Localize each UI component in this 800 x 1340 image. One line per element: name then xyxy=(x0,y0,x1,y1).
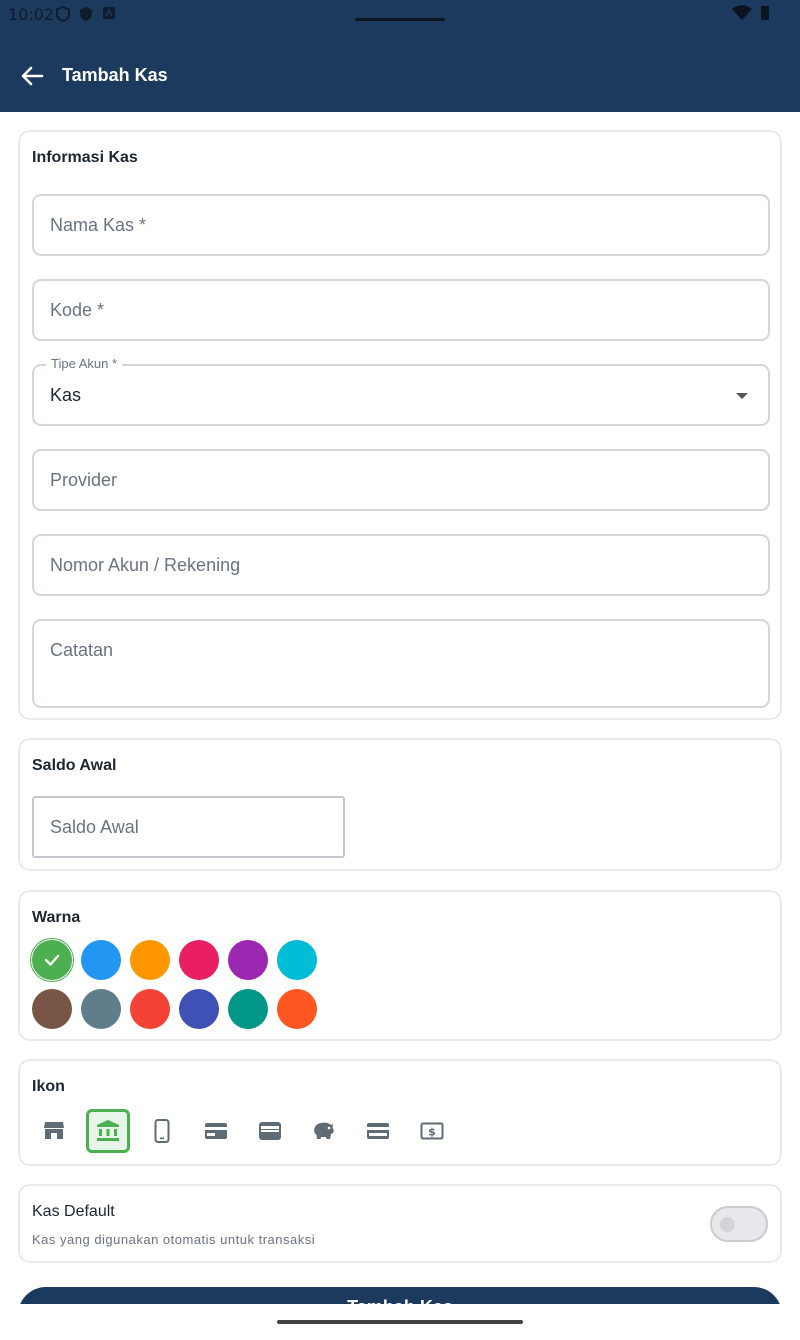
catatan-placeholder: Catatan xyxy=(50,640,114,660)
nomor-akun-placeholder: Nomor Akun / Rekening xyxy=(50,555,241,575)
wifi-icon xyxy=(732,5,752,20)
color-swatch[interactable] xyxy=(81,989,121,1029)
provider-input[interactable]: Provider xyxy=(32,449,770,511)
status-time: 10:02 xyxy=(8,5,55,24)
warna-card-title: Warna xyxy=(32,909,81,926)
ikon-card: Ikon $ xyxy=(18,1059,782,1166)
cash-icon: $ xyxy=(420,1122,444,1140)
svg-text:$: $ xyxy=(428,1126,436,1139)
card-icon xyxy=(367,1123,389,1139)
shield-icon xyxy=(80,7,92,21)
saldo-awal-input[interactable]: Saldo Awal xyxy=(32,796,345,858)
info-card-title: Informasi Kas xyxy=(32,149,138,166)
default-subtitle: Kas yang digunakan otomatis untuk transa… xyxy=(32,1232,316,1247)
back-arrow-icon[interactable] xyxy=(18,62,46,90)
icon-option-piggy-bank[interactable] xyxy=(302,1109,346,1153)
default-title: Kas Default xyxy=(32,1203,115,1220)
color-swatch[interactable] xyxy=(32,989,72,1029)
check-icon xyxy=(44,954,60,966)
piggy-bank-icon xyxy=(314,1122,334,1139)
color-swatch[interactable] xyxy=(179,989,219,1029)
toggle-knob xyxy=(720,1217,735,1232)
status-bar: 10:02 xyxy=(0,0,800,40)
app-badge-icon xyxy=(103,7,115,19)
color-swatch[interactable] xyxy=(228,940,268,980)
store-icon xyxy=(44,1122,64,1139)
color-swatch[interactable] xyxy=(81,940,121,980)
ikon-card-title: Ikon xyxy=(32,1078,65,1095)
nomor-akun-input[interactable]: Nomor Akun / Rekening xyxy=(32,534,770,596)
icon-option-card[interactable] xyxy=(356,1109,400,1153)
tipe-akun-select[interactable]: Tipe Akun * Kas xyxy=(32,356,770,426)
warna-card: Warna xyxy=(18,890,782,1041)
battery-icon xyxy=(761,6,769,20)
saldo-card: Saldo Awal Saldo Awal xyxy=(18,738,782,871)
gesture-nav-bar xyxy=(0,1304,800,1340)
kode-input[interactable]: Kode * xyxy=(32,279,770,341)
dropdown-caret-icon xyxy=(736,393,748,399)
status-system-icons xyxy=(732,5,770,21)
default-card: Kas Default Kas yang digunakan otomatis … xyxy=(18,1184,782,1263)
nama-kas-input[interactable]: Nama Kas * xyxy=(32,194,770,256)
tipe-akun-value: Kas xyxy=(50,385,82,405)
color-swatch[interactable] xyxy=(228,989,268,1029)
icon-option-credit-card[interactable] xyxy=(194,1109,238,1153)
kode-placeholder: Kode * xyxy=(50,300,105,320)
phone-icon xyxy=(154,1119,170,1143)
catatan-textarea[interactable]: Catatan xyxy=(32,619,770,708)
icon-option-cash[interactable]: $ xyxy=(410,1109,454,1153)
wallet-icon xyxy=(259,1122,281,1140)
provider-placeholder: Provider xyxy=(50,470,118,490)
color-swatch[interactable] xyxy=(179,940,219,980)
icon-option-store[interactable] xyxy=(32,1109,76,1153)
color-swatch[interactable] xyxy=(277,989,317,1029)
icon-option-wallet[interactable] xyxy=(248,1109,292,1153)
color-swatch[interactable] xyxy=(32,940,72,980)
color-swatch[interactable] xyxy=(130,989,170,1029)
nama-kas-placeholder: Nama Kas * xyxy=(50,215,147,235)
default-toggle[interactable] xyxy=(710,1206,768,1242)
saldo-awal-placeholder: Saldo Awal xyxy=(50,817,139,837)
icon-option-phone[interactable] xyxy=(140,1109,184,1153)
info-card: Informasi Kas Nama Kas * Kode * Tipe Aku… xyxy=(18,130,782,720)
page-title: Tambah Kas xyxy=(62,65,168,85)
saldo-card-title: Saldo Awal xyxy=(32,757,117,774)
camera-notch xyxy=(355,18,445,21)
app-bar: Tambah Kas xyxy=(0,40,800,112)
icon-option-bank[interactable] xyxy=(86,1109,130,1153)
home-indicator xyxy=(277,1320,523,1324)
status-notification-icons xyxy=(56,6,116,22)
color-swatch[interactable] xyxy=(277,940,317,980)
tipe-akun-label: Tipe Akun * xyxy=(46,356,123,371)
credit-card-icon xyxy=(205,1123,227,1139)
shield-outline-icon xyxy=(56,6,70,22)
bank-icon xyxy=(97,1120,119,1141)
color-swatch[interactable] xyxy=(130,940,170,980)
